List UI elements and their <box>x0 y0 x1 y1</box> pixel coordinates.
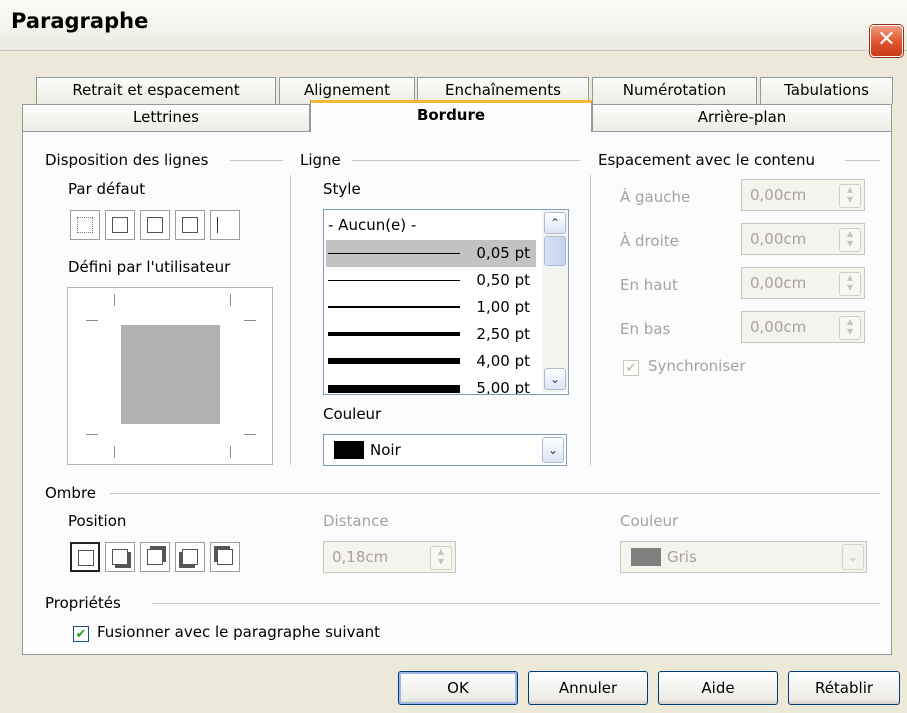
list-item[interactable]: 2,50 pt <box>326 321 536 348</box>
spacing-left-field[interactable]: 0,00cm ▲ ▼ <box>741 179 865 211</box>
line-style-list[interactable]: - Aucun(e) - 0,05 pt 0,50 pt 1,00 pt 2,5… <box>323 209 569 395</box>
shadow-distance-label: Distance <box>323 512 389 530</box>
corner-marker <box>114 294 115 306</box>
corner-marker <box>86 434 98 435</box>
merge-label: Fusionner avec le paragraphe suivant <box>97 623 381 641</box>
chevron-down-icon[interactable]: ⌄ <box>842 544 864 570</box>
paragraph-dialog: Paragraphe ✕ Retrait et espacement Align… <box>0 0 907 713</box>
list-item[interactable]: 0,50 pt <box>326 267 536 294</box>
close-button[interactable]: ✕ <box>870 25 903 57</box>
preset-box-lines-button[interactable] <box>175 210 205 240</box>
tab-lettrines[interactable]: Lettrines <box>22 104 310 132</box>
spacing-top-field[interactable]: 0,00cm ▲ ▼ <box>741 267 865 299</box>
scroll-down-icon[interactable]: ⌄ <box>544 368 566 390</box>
scroll-thumb[interactable] <box>544 236 566 266</box>
spacing-left-label: À gauche <box>620 188 691 206</box>
corner-marker <box>86 320 98 321</box>
spacing-heading: Espacement avec le contenu <box>598 151 816 169</box>
scroll-up-icon[interactable]: ⌃ <box>544 212 566 234</box>
list-item[interactable]: 5,00 pt <box>326 375 536 394</box>
spin-icon[interactable]: ▲ ▼ <box>839 316 861 340</box>
line-color-select[interactable]: Noir ⌄ <box>323 434 567 466</box>
shadow-color-label: Couleur <box>620 512 679 530</box>
separator <box>152 603 880 604</box>
checkmark-icon: ✔ <box>75 627 87 642</box>
user-defined-border-preview[interactable] <box>67 287 273 465</box>
separator <box>110 493 880 494</box>
shadow-none-button[interactable] <box>70 542 100 572</box>
spacing-bottom-label: En bas <box>620 320 671 338</box>
chevron-down-icon[interactable]: ⌄ <box>542 437 564 463</box>
corner-marker <box>244 434 256 435</box>
spin-icon[interactable]: ▲ ▼ <box>839 184 861 208</box>
tab-retrait-espacement[interactable]: Retrait et espacement <box>36 77 276 104</box>
shadow-color-select[interactable]: Gris ⌄ <box>620 541 867 573</box>
preset-none-button[interactable] <box>70 210 100 240</box>
cancel-button[interactable]: Annuler <box>528 671 648 705</box>
shadow-bottom-left-button[interactable] <box>175 542 205 572</box>
checkmark-icon: ✔ <box>625 361 637 376</box>
spacing-top-label: En haut <box>620 276 678 294</box>
shadow-position-label: Position <box>68 512 127 530</box>
sync-checkbox[interactable]: ✔ <box>623 360 639 376</box>
merge-checkbox[interactable]: ✔ <box>73 626 89 642</box>
dialog-title: Paragraphe <box>11 9 149 33</box>
separator <box>352 160 580 161</box>
tab-bordure[interactable]: Bordure <box>310 100 592 132</box>
list-item[interactable]: 0,05 pt <box>326 240 536 267</box>
spacing-right-label: À droite <box>620 232 679 250</box>
shadow-bottom-right-button[interactable] <box>105 542 135 572</box>
tab-numerotation[interactable]: Numérotation <box>592 77 757 104</box>
list-item[interactable]: 4,00 pt <box>326 348 536 375</box>
ok-button[interactable]: OK <box>398 671 518 705</box>
tab-tabulations[interactable]: Tabulations <box>760 77 893 104</box>
list-item[interactable]: - Aucun(e) - <box>326 212 536 239</box>
list-item[interactable]: 1,00 pt <box>326 294 536 321</box>
color-swatch <box>334 441 364 459</box>
shadow-top-right-button[interactable] <box>140 542 170 572</box>
line-color-label: Couleur <box>323 405 382 423</box>
preset-left-right-button[interactable] <box>210 210 240 240</box>
shadow-distance-field[interactable]: 0,18cm ▲ ▼ <box>323 541 456 573</box>
corner-marker <box>230 446 231 458</box>
corner-marker <box>244 320 256 321</box>
style-label: Style <box>323 180 361 198</box>
spacing-right-field[interactable]: 0,00cm ▲ ▼ <box>741 223 865 255</box>
spin-icon[interactable]: ▲ ▼ <box>839 272 861 296</box>
reset-button[interactable]: Rétablir <box>788 671 900 705</box>
user-defined-label: Défini par l'utilisateur <box>68 258 231 276</box>
line-heading: Ligne <box>300 151 341 169</box>
shadow-top-left-button[interactable] <box>210 542 240 572</box>
separator <box>845 160 880 161</box>
line-color-value: Noir <box>370 441 401 459</box>
title-bar: Paragraphe ✕ <box>0 0 907 57</box>
preview-paragraph-box <box>121 325 220 424</box>
shadow-color-value: Gris <box>667 548 697 566</box>
separator <box>590 175 591 465</box>
separator <box>290 175 291 465</box>
line-style-scrollbar[interactable]: ⌃ ⌄ <box>542 210 568 392</box>
line-arrangement-heading: Disposition des lignes <box>45 151 209 169</box>
spin-icon[interactable]: ▲ ▼ <box>839 228 861 252</box>
corner-marker <box>230 294 231 306</box>
preset-box-button[interactable] <box>105 210 135 240</box>
close-icon: ✕ <box>877 27 896 52</box>
color-swatch <box>631 548 661 566</box>
corner-marker <box>114 446 115 458</box>
spacing-bottom-field[interactable]: 0,00cm ▲ ▼ <box>741 311 865 343</box>
spin-icon[interactable]: ▲ ▼ <box>430 546 452 570</box>
shadow-heading: Ombre <box>45 484 97 502</box>
preset-box-inner-button[interactable] <box>140 210 170 240</box>
properties-heading: Propriétés <box>45 594 121 612</box>
sync-label: Synchroniser <box>648 357 746 375</box>
help-button[interactable]: Aide <box>658 671 778 705</box>
separator <box>230 160 283 161</box>
tab-arriere-plan[interactable]: Arrière-plan <box>592 104 892 132</box>
default-label: Par défaut <box>68 180 146 198</box>
